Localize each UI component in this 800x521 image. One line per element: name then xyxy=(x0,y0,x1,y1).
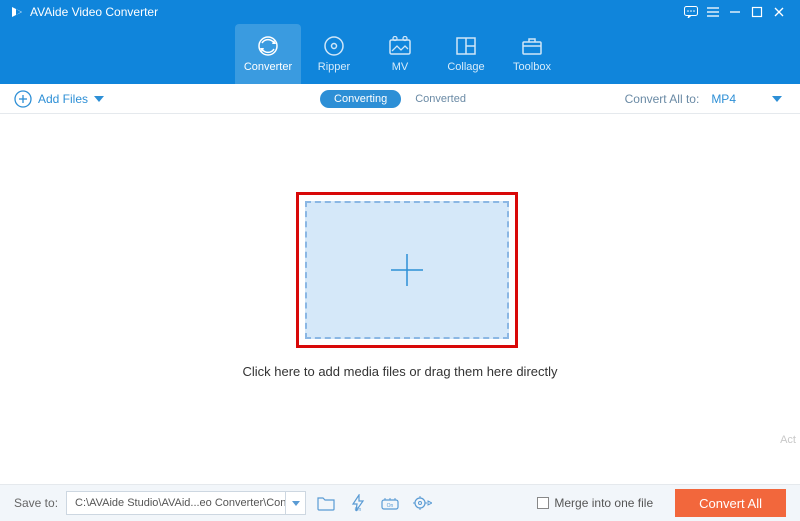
merge-label: Merge into one file xyxy=(554,496,653,510)
tab-toolbox[interactable]: Toolbox xyxy=(499,24,565,84)
tab-mv[interactable]: MV xyxy=(367,24,433,84)
save-path-dropdown[interactable] xyxy=(285,492,305,514)
tab-label: Toolbox xyxy=(513,61,551,73)
main-content: Click here to add media files or drag th… xyxy=(0,114,800,484)
app-title: AVAide Video Converter xyxy=(30,5,158,19)
chevron-down-icon xyxy=(772,96,782,102)
open-folder-button[interactable] xyxy=(314,491,338,515)
feedback-icon[interactable] xyxy=(680,1,702,23)
plus-icon xyxy=(387,250,427,290)
tab-converted[interactable]: Converted xyxy=(401,90,480,108)
subbar: Add Files Converting Converted Convert A… xyxy=(0,84,800,114)
plus-circle-icon xyxy=(14,90,32,108)
svg-text:On: On xyxy=(387,503,394,509)
toolbox-icon xyxy=(521,35,543,57)
tab-ripper[interactable]: Ripper xyxy=(301,24,367,84)
hardware-accel-button[interactable]: On xyxy=(346,491,370,515)
main-nav: Converter Ripper MV Collage Toolbox xyxy=(0,24,800,84)
dropzone[interactable] xyxy=(305,201,509,339)
tab-label: Collage xyxy=(447,61,484,73)
ripper-icon xyxy=(323,35,345,57)
tab-label: MV xyxy=(392,61,409,73)
statusbar: Save to: C:\AVAide Studio\AVAid...eo Con… xyxy=(0,484,800,521)
tab-collage[interactable]: Collage xyxy=(433,24,499,84)
mv-icon xyxy=(388,35,412,57)
status-tabs: Converting Converted xyxy=(320,90,480,108)
high-speed-button[interactable]: On xyxy=(378,491,402,515)
dropzone-highlight xyxy=(296,192,518,348)
add-files-button[interactable]: Add Files xyxy=(14,90,104,108)
save-path-field[interactable]: C:\AVAide Studio\AVAid...eo Converter\Co… xyxy=(66,491,306,515)
format-value: MP4 xyxy=(711,92,736,106)
settings-button[interactable] xyxy=(410,491,434,515)
convert-all-to: Convert All to: MP4 xyxy=(625,90,786,108)
save-path-text: C:\AVAide Studio\AVAid...eo Converter\Co… xyxy=(67,497,285,509)
add-files-label: Add Files xyxy=(38,92,88,106)
close-icon[interactable] xyxy=(768,1,790,23)
chevron-down-icon xyxy=(292,501,300,506)
tab-converter[interactable]: Converter xyxy=(235,24,301,84)
merge-checkbox[interactable]: Merge into one file xyxy=(537,496,653,510)
checkbox-icon xyxy=(537,497,549,509)
minimize-icon[interactable] xyxy=(724,1,746,23)
save-to-label: Save to: xyxy=(14,496,58,510)
chevron-down-icon xyxy=(94,96,104,102)
dropzone-hint: Click here to add media files or drag th… xyxy=(0,364,800,379)
titlebar: AVAide Video Converter xyxy=(0,0,800,24)
maximize-icon[interactable] xyxy=(746,1,768,23)
tab-label: Converter xyxy=(244,61,292,73)
app-logo-icon xyxy=(10,5,24,19)
tab-label: Ripper xyxy=(318,61,350,73)
watermark-text: Act xyxy=(780,434,796,446)
svg-text:On: On xyxy=(355,507,362,512)
format-select[interactable]: MP4 xyxy=(707,90,786,108)
convert-all-to-label: Convert All to: xyxy=(625,92,700,106)
convert-all-button[interactable]: Convert All xyxy=(675,489,786,517)
converter-icon xyxy=(255,35,281,57)
collage-icon xyxy=(455,35,477,57)
menu-icon[interactable] xyxy=(702,1,724,23)
tab-converting[interactable]: Converting xyxy=(320,90,401,108)
